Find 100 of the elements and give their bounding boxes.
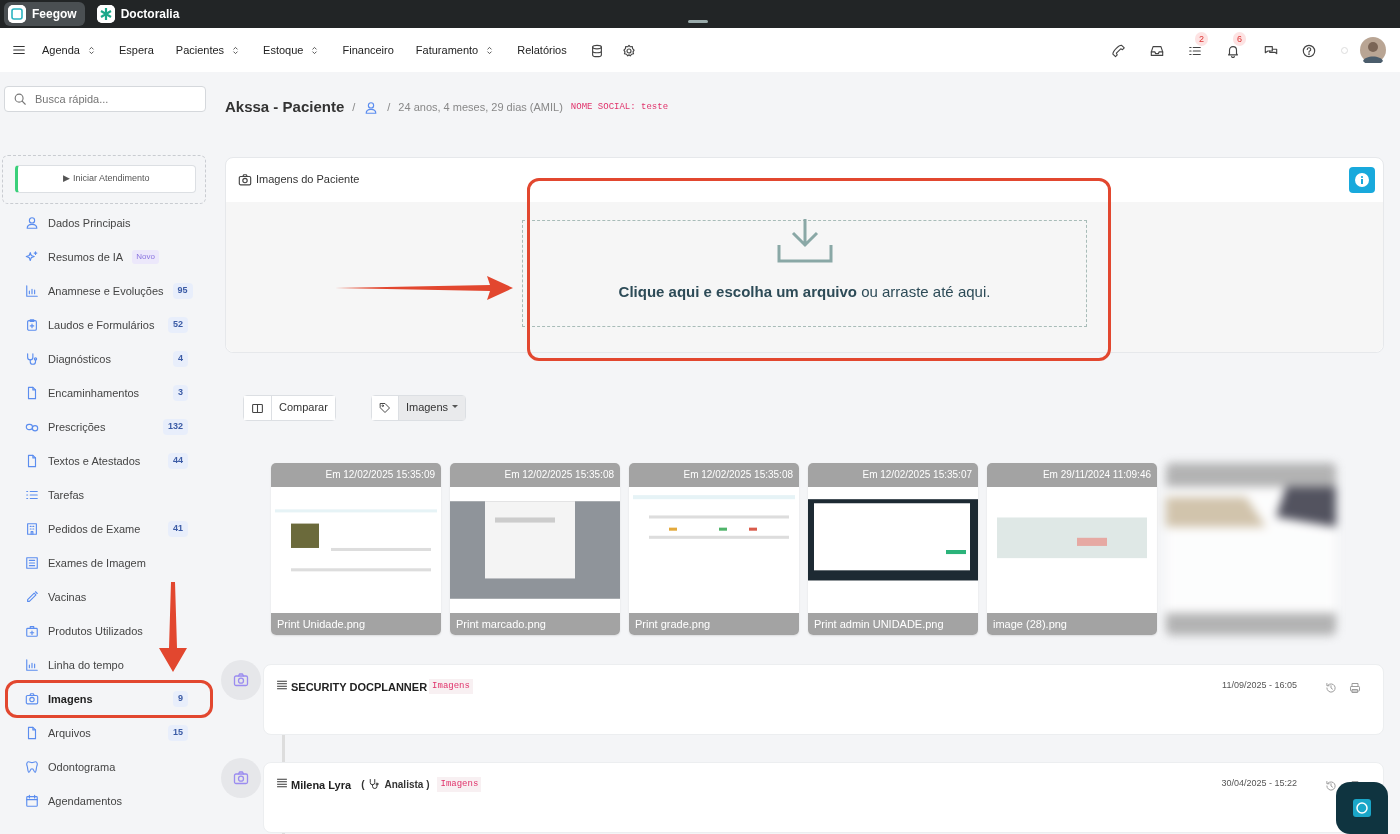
sidebar-label: Anamnese e Evoluções xyxy=(48,283,164,299)
sparkle-icon xyxy=(25,250,39,264)
sidebar-item[interactable]: Odontograma xyxy=(2,750,206,784)
sidebar-label: Agendamentos xyxy=(48,793,122,809)
sidebar-item[interactable]: Tarefas xyxy=(2,478,206,512)
stethoscope-icon xyxy=(368,778,381,790)
menu-icon xyxy=(12,43,26,57)
notification-count: 2 xyxy=(1195,32,1208,46)
phone-icon xyxy=(1112,44,1126,59)
sidebar-item[interactable]: Prescrições 132 xyxy=(2,410,206,444)
sidebar-item[interactable]: Pedidos de Exame 41 xyxy=(2,512,206,546)
upload-date: Em 12/02/2025 15:35:09 xyxy=(325,468,435,480)
file-drop-zone[interactable]: Clique aqui e escolha um arquivo ou arraste até aqui. xyxy=(522,219,1087,327)
history-icon xyxy=(1325,779,1337,792)
count-badge: 3 xyxy=(173,385,188,401)
file-name: Print Unidade.png xyxy=(277,617,366,630)
tooth-icon xyxy=(25,760,39,774)
help-icon xyxy=(1302,44,1316,59)
app-tab[interactable]: Feegow xyxy=(4,2,85,26)
building-icon xyxy=(25,522,39,536)
sidebar-item[interactable]: Imagens 9 xyxy=(2,682,206,716)
upload-date: Em 12/02/2025 15:35:08 xyxy=(683,468,793,480)
settings-button[interactable] xyxy=(620,42,637,58)
tag-icon xyxy=(378,402,391,415)
sidebar-item[interactable]: Anamnese e Evoluções 95 xyxy=(2,274,206,308)
upload-date: Em 12/02/2025 15:35:08 xyxy=(504,468,614,480)
pen-icon xyxy=(25,590,39,604)
count-badge: 95 xyxy=(172,283,193,299)
camera-icon xyxy=(233,769,249,786)
upload-prompt: Clique aqui e escolha um arquivo ou arraste até aqui. xyxy=(618,281,991,302)
help-button[interactable] xyxy=(1301,42,1317,58)
sidebar-label: Odontograma xyxy=(48,759,116,775)
app-logo-icon xyxy=(96,5,115,23)
database-icon xyxy=(589,44,604,59)
sidebar-item[interactable]: Exames de Imagem xyxy=(2,546,206,580)
count-badge: 4 xyxy=(173,351,188,367)
nav-link[interactable]: Agenda xyxy=(42,41,97,59)
sidebar-item[interactable]: Arquivos 15 xyxy=(2,716,206,750)
nav-link[interactable]: Estoque xyxy=(263,41,321,59)
phone-button[interactable] xyxy=(1111,42,1127,58)
entry-title: SECURITY DOCPLANNER xyxy=(291,679,428,695)
calendar-icon xyxy=(25,794,39,808)
info-icon xyxy=(1355,173,1369,188)
sidebar-label: Exames de Imagem xyxy=(48,555,146,571)
sidebar-item[interactable]: Dados Principais xyxy=(2,206,206,240)
sidebar-item[interactable]: Linha do tempo xyxy=(2,648,206,682)
nav-link[interactable]: Relatórios xyxy=(517,41,567,59)
chart-icon xyxy=(25,284,39,298)
card-title: Imagens do Paciente xyxy=(256,172,360,188)
role-paren: ( xyxy=(361,777,365,792)
sidebar-label: Imagens xyxy=(48,691,93,707)
nav-link[interactable]: Espera xyxy=(118,41,154,59)
breadcrumb-separator: / xyxy=(352,100,356,115)
social-name: NOME SOCIAL: teste xyxy=(570,100,669,114)
sidebar-label: Encaminhamentos xyxy=(48,385,140,401)
sidebar-item[interactable]: Diagnósticos 4 xyxy=(2,342,206,376)
nav-link[interactable]: Financeiro xyxy=(342,41,394,59)
category-tag: Imagens xyxy=(429,678,473,694)
columns-icon xyxy=(251,401,264,415)
sidebar-item[interactable]: Textos e Atestados 44 xyxy=(2,444,206,478)
sidebar-label: Linha do tempo xyxy=(48,657,124,673)
window-handle[interactable] xyxy=(688,20,708,23)
info-button[interactable] xyxy=(1349,166,1375,193)
sidebar-label: Produtos Utilizados xyxy=(48,623,143,639)
file-name: Print grade.png xyxy=(635,617,711,630)
count-badge: 15 xyxy=(168,725,188,741)
sidebar-item[interactable]: Resumos de IA Novo xyxy=(2,240,206,274)
app-tab[interactable]: Doctoralia xyxy=(92,2,188,26)
menu-button[interactable] xyxy=(12,43,26,57)
sidebar-item[interactable]: Produtos Utilizados xyxy=(2,614,206,648)
avatar[interactable] xyxy=(1360,37,1386,63)
camera-icon xyxy=(238,172,252,187)
upload-date: Em 12/02/2025 15:35:07 xyxy=(862,468,972,480)
nav-link[interactable]: Faturamento xyxy=(415,41,496,59)
entry-date: 30/04/2025 - 15:22 xyxy=(1221,776,1297,790)
entry-date: 11/09/2025 - 16:05 xyxy=(1222,678,1297,692)
document-icon xyxy=(25,556,39,570)
start-button[interactable]: ▶ Iniciar Atendimento xyxy=(15,165,196,193)
sidebar-item[interactable]: Agendamentos xyxy=(2,784,206,818)
entry-title: Milena Lyra xyxy=(291,777,352,793)
sidebar-label: Diagnósticos xyxy=(48,351,111,367)
chart-icon xyxy=(25,658,39,672)
sidebar-item[interactable]: Encaminhamentos 3 xyxy=(2,376,206,410)
patient-title: Akssa - Paciente xyxy=(225,97,345,117)
filter-dropdown[interactable]: Imagens xyxy=(398,395,466,420)
search-field[interactable]: Busca rápida... xyxy=(4,86,206,112)
list-icon xyxy=(25,488,39,502)
app-logo-icon xyxy=(8,5,26,23)
file-icon xyxy=(25,454,39,468)
compare-icon-button[interactable] xyxy=(244,395,272,420)
new-tag: Novo xyxy=(132,250,159,264)
upload-date: Em 29/11/2024 11:09:46 xyxy=(1042,468,1151,480)
nav-link[interactable]: Pacientes xyxy=(175,41,242,59)
sidebar-label: Textos e Atestados xyxy=(48,453,141,469)
chat-launcher-button[interactable] xyxy=(1336,782,1388,834)
sidebar-item[interactable]: Vacinas xyxy=(2,580,206,614)
list-icon xyxy=(276,678,288,691)
sidebar-item[interactable]: Laudos e Formulários 52 xyxy=(2,308,206,342)
file-icon xyxy=(25,726,39,740)
clipboard-icon xyxy=(25,318,39,332)
